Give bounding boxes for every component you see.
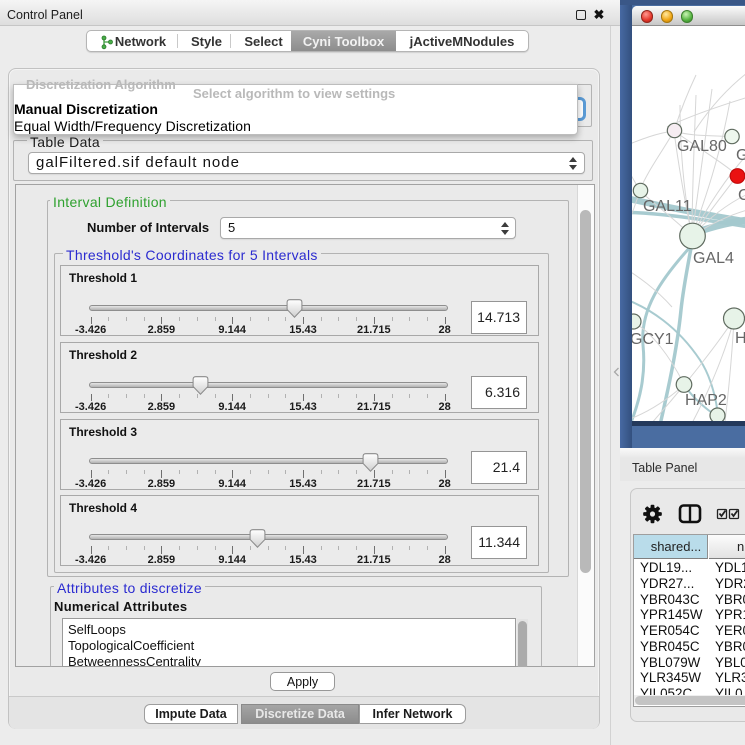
svg-text:HAP2: HAP2 bbox=[685, 392, 727, 409]
svg-text:CY: CY bbox=[738, 187, 745, 204]
svg-text:GAL4: GAL4 bbox=[693, 250, 734, 267]
svg-text:GAL80: GAL80 bbox=[677, 138, 727, 155]
svg-text:GCY1: GCY1 bbox=[632, 331, 674, 348]
svg-text:H: H bbox=[735, 330, 745, 347]
svg-text:GAL11: GAL11 bbox=[643, 198, 692, 215]
svg-text:GA: GA bbox=[736, 147, 745, 164]
